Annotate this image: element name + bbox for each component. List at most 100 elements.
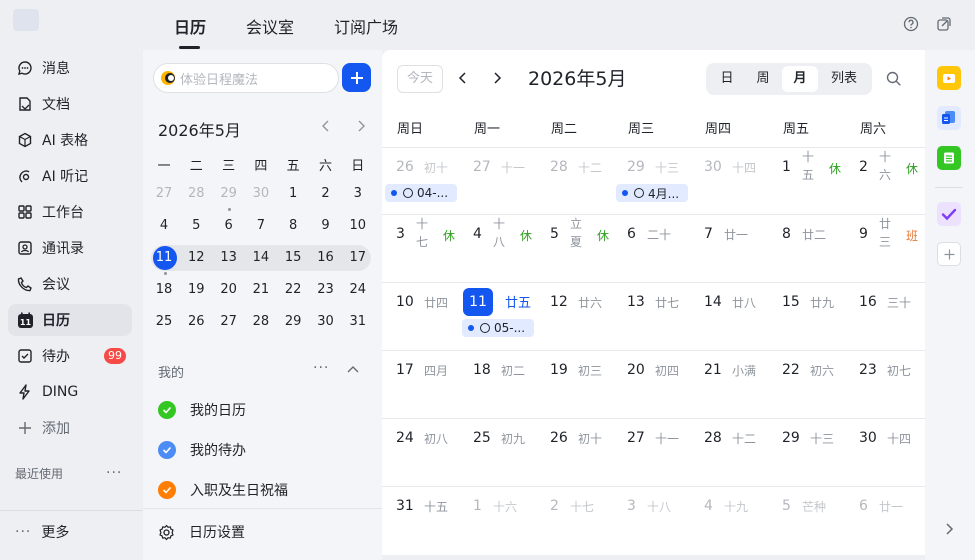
help-icon[interactable] bbox=[903, 16, 920, 33]
day-cell[interactable] bbox=[462, 350, 539, 417]
day-cell[interactable] bbox=[771, 486, 848, 553]
create-event-button[interactable] bbox=[342, 63, 371, 92]
next-month-button[interactable] bbox=[489, 70, 505, 86]
more-button[interactable]: ··· 更多 bbox=[15, 522, 69, 542]
day-cell[interactable] bbox=[385, 486, 462, 553]
day-cell[interactable] bbox=[616, 214, 693, 281]
mini-day-cell[interactable]: 6 bbox=[213, 213, 245, 239]
mini-day-cell[interactable]: 22 bbox=[277, 277, 309, 303]
mini-day-cell[interactable]: 19 bbox=[180, 277, 212, 303]
day-cell[interactable] bbox=[616, 147, 693, 214]
mini-day-cell[interactable]: 2 bbox=[310, 181, 342, 207]
nav-item-ding[interactable]: DING bbox=[8, 376, 132, 408]
day-cell[interactable] bbox=[385, 350, 462, 417]
mini-day-cell[interactable]: 17 bbox=[342, 245, 374, 271]
mini-day-cell[interactable]: 29 bbox=[277, 309, 309, 335]
event-chip[interactable]: 05-... bbox=[462, 319, 534, 337]
event-chip[interactable]: 4月... bbox=[616, 184, 688, 202]
prev-month-button[interactable] bbox=[455, 70, 471, 86]
day-cell[interactable] bbox=[616, 486, 693, 553]
mini-day-cell[interactable]: 12 bbox=[180, 245, 212, 271]
event-magic-input[interactable]: 体验日程魔法 bbox=[153, 63, 339, 93]
nav-item-ai-notes[interactable]: AI 听记 bbox=[8, 160, 132, 192]
docs-app-icon[interactable] bbox=[937, 106, 961, 130]
my-calendars-more-button[interactable]: ··· bbox=[313, 360, 329, 376]
avatar[interactable] bbox=[13, 9, 39, 31]
checkbox-checked-icon[interactable] bbox=[158, 481, 176, 499]
mini-day-cell[interactable]: 21 bbox=[245, 277, 277, 303]
video-app-icon[interactable] bbox=[937, 66, 961, 90]
day-cell[interactable] bbox=[462, 418, 539, 485]
mini-day-cell[interactable]: 14 bbox=[245, 245, 277, 271]
mini-day-cell[interactable]: 13 bbox=[213, 245, 245, 271]
mini-day-cell[interactable]: 31 bbox=[342, 309, 374, 335]
day-cell[interactable] bbox=[848, 282, 925, 349]
mini-day-cell[interactable]: 28 bbox=[180, 181, 212, 207]
nav-item-workspace[interactable]: 工作台 bbox=[8, 196, 132, 228]
mini-day-cell[interactable]: 16 bbox=[310, 245, 342, 271]
mini-day-cell[interactable]: 3 bbox=[342, 181, 374, 207]
mini-day-cell[interactable]: 29 bbox=[213, 181, 245, 207]
sheet-app-icon[interactable] bbox=[937, 146, 961, 170]
nav-item-add[interactable]: 添加 bbox=[8, 412, 132, 444]
recent-more-button[interactable]: ··· bbox=[106, 465, 122, 481]
day-cell[interactable] bbox=[693, 350, 770, 417]
calendar-settings-button[interactable]: 日历设置 bbox=[158, 522, 245, 542]
share-icon[interactable] bbox=[936, 16, 953, 33]
day-cell[interactable] bbox=[539, 282, 616, 349]
search-icon[interactable] bbox=[885, 70, 903, 88]
view-month-button[interactable]: 月 bbox=[782, 66, 818, 92]
day-cell[interactable] bbox=[693, 486, 770, 553]
nav-item-docs[interactable]: 文档 bbox=[8, 88, 132, 120]
day-cell[interactable] bbox=[771, 282, 848, 349]
view-day-button[interactable]: 日 bbox=[710, 66, 744, 92]
mini-day-cell[interactable]: 27 bbox=[213, 309, 245, 335]
todo-app-icon[interactable] bbox=[937, 202, 961, 226]
tab-subscription-plaza[interactable]: 订阅广场 bbox=[334, 14, 398, 38]
day-cell[interactable] bbox=[693, 418, 770, 485]
nav-item-messages[interactable]: 消息 bbox=[8, 52, 132, 84]
calendar-item-my-calendar[interactable]: 我的日历 bbox=[158, 400, 246, 420]
day-cell[interactable] bbox=[385, 147, 462, 214]
nav-item-calendar[interactable]: 11 日历 bbox=[8, 304, 132, 336]
nav-item-meetings[interactable]: 会议 bbox=[8, 268, 132, 300]
mini-day-cell[interactable]: 20 bbox=[213, 277, 245, 303]
day-cell[interactable] bbox=[616, 350, 693, 417]
mini-day-cell[interactable]: 10 bbox=[342, 213, 374, 239]
day-cell[interactable] bbox=[693, 282, 770, 349]
day-cell[interactable] bbox=[771, 350, 848, 417]
day-cell[interactable] bbox=[848, 418, 925, 485]
day-cell[interactable] bbox=[848, 486, 925, 553]
calendar-item-my-todo[interactable]: 我的待办 bbox=[158, 440, 246, 460]
mini-day-cell[interactable]: 28 bbox=[245, 309, 277, 335]
mini-day-cell[interactable]: 4 bbox=[148, 213, 180, 239]
day-cell[interactable] bbox=[771, 418, 848, 485]
mini-day-cell[interactable]: 30 bbox=[245, 181, 277, 207]
chevron-right-icon[interactable] bbox=[942, 522, 956, 540]
mini-day-cell[interactable]: 26 bbox=[180, 309, 212, 335]
day-cell[interactable] bbox=[693, 147, 770, 214]
mini-day-cell[interactable]: 25 bbox=[148, 309, 180, 335]
today-date-marker[interactable]: 11 bbox=[463, 288, 493, 316]
add-app-button[interactable] bbox=[937, 242, 961, 266]
tab-meeting-room[interactable]: 会议室 bbox=[246, 14, 294, 38]
mini-day-cell[interactable]: 27 bbox=[148, 181, 180, 207]
day-cell[interactable] bbox=[616, 282, 693, 349]
mini-day-cell[interactable]: 9 bbox=[310, 213, 342, 239]
event-chip[interactable]: 04-... bbox=[385, 184, 457, 202]
day-cell[interactable] bbox=[539, 147, 616, 214]
today-button[interactable]: 今天 bbox=[397, 65, 443, 93]
mini-day-cell[interactable]: 5 bbox=[180, 213, 212, 239]
day-cell[interactable] bbox=[462, 486, 539, 553]
day-cell[interactable] bbox=[462, 147, 539, 214]
mini-day-cell[interactable]: 15 bbox=[277, 245, 309, 271]
view-list-button[interactable]: 列表 bbox=[820, 66, 868, 92]
tab-calendar[interactable]: 日历 bbox=[174, 14, 206, 38]
checkbox-checked-icon[interactable] bbox=[158, 401, 176, 419]
nav-item-ai-table[interactable]: AI 表格 bbox=[8, 124, 132, 156]
day-cell[interactable] bbox=[385, 418, 462, 485]
nav-item-todo[interactable]: 待办 99 bbox=[8, 340, 132, 372]
mini-day-cell[interactable]: 7 bbox=[245, 213, 277, 239]
day-cell[interactable] bbox=[616, 418, 693, 485]
mini-day-cell[interactable]: 18 bbox=[148, 277, 180, 303]
